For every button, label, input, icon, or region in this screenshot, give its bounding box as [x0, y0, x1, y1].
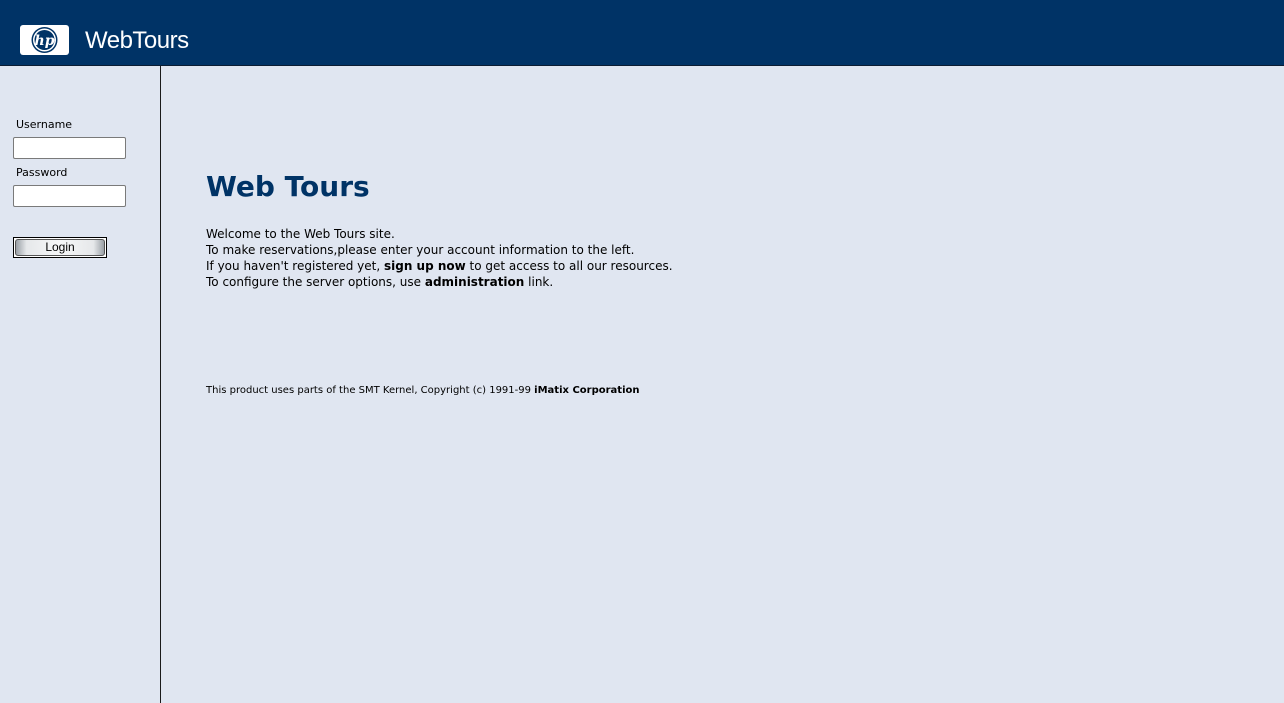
welcome-line-3-before: If you haven't registered yet,: [206, 259, 384, 273]
hp-logo-icon: hp: [31, 27, 58, 53]
welcome-line-3: If you haven't registered yet, sign up n…: [206, 258, 673, 274]
login-sidebar: Username Password Login: [0, 66, 161, 703]
hp-logo-text: hp: [35, 33, 55, 49]
login-button-label: Login: [15, 239, 105, 256]
hp-logo: hp: [20, 25, 69, 55]
welcome-line-4-after: link.: [524, 275, 554, 289]
copyright-note: This product uses parts of the SMT Kerne…: [206, 385, 639, 396]
brand-name: WebTours: [85, 27, 189, 54]
welcome-line-3-after: to get access to all our resources.: [465, 259, 673, 273]
username-input[interactable]: [13, 137, 126, 159]
sign-up-link[interactable]: sign up now: [384, 259, 466, 273]
password-label: Password: [16, 166, 68, 179]
header-bar: hp WebTours: [0, 0, 1284, 66]
page-title: Web Tours: [206, 170, 370, 203]
administration-link[interactable]: administration: [425, 275, 525, 289]
welcome-line-1: Welcome to the Web Tours site.: [206, 227, 395, 241]
login-button[interactable]: Login: [13, 237, 107, 258]
password-input[interactable]: [13, 185, 126, 207]
username-label: Username: [16, 118, 73, 131]
welcome-text: Welcome to the Web Tours site. To make r…: [206, 226, 673, 290]
welcome-line-4: To configure the server options, use adm…: [206, 274, 673, 290]
welcome-line-4-before: To configure the server options, use: [206, 275, 425, 289]
welcome-line-2: To make reservations,please enter your a…: [206, 243, 635, 257]
copyright-text: This product uses parts of the SMT Kerne…: [206, 385, 535, 396]
copyright-company: iMatix Corporation: [534, 385, 640, 396]
